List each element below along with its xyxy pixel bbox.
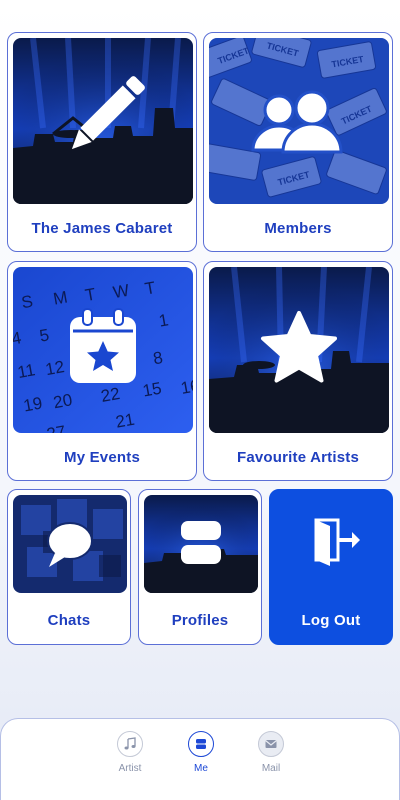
exit-door-icon bbox=[314, 518, 360, 566]
tile-favourite-artists[interactable]: Favourite Artists bbox=[203, 261, 393, 481]
tile-label: Profiles bbox=[171, 612, 229, 629]
nav-item-mail[interactable]: Mail bbox=[241, 731, 301, 774]
pencil-icon bbox=[71, 76, 145, 150]
tile-image-cabaret bbox=[13, 38, 193, 204]
bottom-nav: Artist Me Mail bbox=[0, 718, 400, 800]
tile-label: The James Cabaret bbox=[31, 220, 173, 237]
music-note-icon bbox=[124, 737, 136, 750]
tile-members[interactable]: TICKET TICKET TICKET TICKET TICKET Membe… bbox=[203, 32, 393, 252]
users-icon bbox=[251, 90, 343, 154]
nav-item-me[interactable]: Me bbox=[171, 731, 231, 774]
chat-bubble-icon bbox=[47, 522, 93, 567]
tile-image-members: TICKET TICKET TICKET TICKET TICKET bbox=[209, 38, 389, 204]
tile-chats[interactable]: Chats bbox=[7, 489, 131, 645]
nav-label: Mail bbox=[261, 763, 281, 774]
nav-label: Me bbox=[194, 763, 208, 774]
tile-image-artists bbox=[209, 267, 389, 433]
nav-label: Artist bbox=[118, 763, 142, 774]
profiles-icon bbox=[181, 521, 221, 564]
star-icon bbox=[261, 311, 337, 383]
mail-icon bbox=[265, 740, 277, 748]
nav-icon-circle bbox=[258, 731, 284, 757]
tile-image-profiles bbox=[144, 495, 258, 593]
tile-the-james-cabaret[interactable]: The James Cabaret bbox=[7, 32, 197, 252]
tile-my-events[interactable]: S M T W T 4 5 1 11 12 8 19 20 22 15 16 2… bbox=[7, 261, 197, 481]
tile-log-out[interactable]: Log Out bbox=[269, 489, 393, 645]
tile-label: Members bbox=[264, 220, 332, 237]
tile-label: My Events bbox=[64, 449, 140, 466]
tile-image-events: S M T W T 4 5 1 11 12 8 19 20 22 15 16 2… bbox=[13, 267, 193, 433]
nav-icon-circle bbox=[188, 731, 214, 757]
tile-label: Favourite Artists bbox=[236, 449, 360, 466]
tile-profiles[interactable]: Profiles bbox=[138, 489, 262, 645]
calendar-star-icon bbox=[70, 308, 136, 383]
nav-icon-circle bbox=[117, 731, 143, 757]
profiles-icon bbox=[196, 739, 206, 749]
tile-image-chats bbox=[13, 495, 127, 593]
tile-label: Log Out bbox=[301, 612, 361, 629]
nav-item-artist[interactable]: Artist bbox=[100, 731, 160, 774]
tile-label: Chats bbox=[47, 612, 91, 629]
